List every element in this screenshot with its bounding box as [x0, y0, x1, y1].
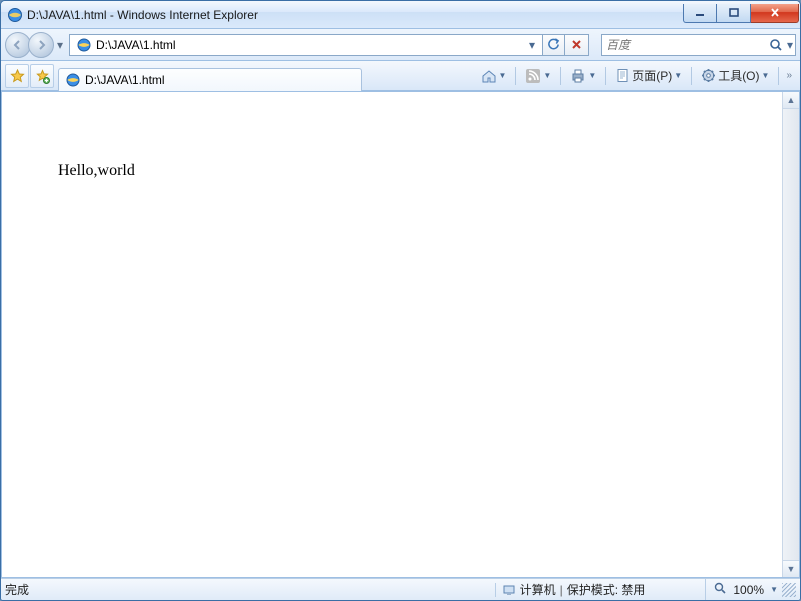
command-tools: ▼ ▼ ▼ 页面(P) ▼ 工具(O) ▼ — [477, 64, 797, 87]
favorites-button[interactable] — [5, 64, 29, 88]
search-box[interactable]: ▾ — [601, 34, 796, 56]
address-group: ▾ — [69, 34, 589, 56]
scroll-up-button[interactable]: ▲ — [783, 92, 799, 109]
scroll-down-button[interactable]: ▼ — [783, 560, 799, 577]
window-title: D:\JAVA\1.html - Windows Internet Explor… — [27, 8, 258, 22]
vertical-scrollbar[interactable]: ▲ ▼ — [782, 92, 799, 577]
maximize-button[interactable] — [717, 4, 751, 23]
tab-current[interactable]: D:\JAVA\1.html — [58, 68, 362, 92]
search-icon[interactable] — [767, 38, 785, 52]
search-input[interactable] — [602, 38, 767, 52]
tools-menu-button[interactable]: 工具(O) ▼ — [697, 65, 773, 87]
page-icon — [615, 68, 630, 83]
zoom-dropdown[interactable]: ▼ — [770, 585, 778, 594]
address-input[interactable] — [96, 38, 524, 52]
gear-icon — [701, 68, 716, 83]
scroll-track[interactable] — [783, 109, 799, 560]
zoom-control[interactable]: 100% ▼ — [705, 579, 778, 600]
address-dropdown[interactable]: ▾ — [524, 38, 540, 52]
browser-window: D:\JAVA\1.html - Windows Internet Explor… — [0, 0, 801, 601]
page-menu-button[interactable]: 页面(P) ▼ — [611, 65, 686, 87]
status-done: 完成 — [5, 581, 29, 598]
refresh-button[interactable] — [543, 34, 565, 56]
page-icon — [76, 37, 92, 53]
favorites-bar — [5, 64, 54, 87]
status-zone: 计算机 — [520, 581, 556, 598]
zone-icon — [502, 583, 516, 597]
add-favorite-button[interactable] — [30, 64, 54, 88]
tab-icon — [65, 72, 81, 88]
nav-bar: ▾ ▾ ▾ — [1, 29, 800, 61]
titlebar[interactable]: D:\JAVA\1.html - Windows Internet Explor… — [1, 1, 800, 29]
feeds-button[interactable]: ▼ — [521, 65, 555, 87]
tab-title: D:\JAVA\1.html — [85, 73, 165, 87]
toolbar-overflow[interactable]: » — [784, 70, 794, 81]
ie-icon — [7, 7, 23, 23]
status-bar: 完成 计算机 | 保护模式: 禁用 100% ▼ — [1, 578, 800, 600]
content-area: Hello,world ▲ ▼ — [1, 91, 800, 578]
stop-button[interactable] — [565, 34, 589, 56]
window-controls — [683, 5, 800, 24]
document-body[interactable]: Hello,world — [2, 92, 782, 577]
close-button[interactable] — [751, 4, 799, 23]
zoom-value: 100% — [733, 583, 764, 597]
zoom-icon — [714, 582, 727, 598]
rss-icon — [525, 68, 541, 84]
resize-grip[interactable] — [782, 583, 796, 597]
print-icon — [570, 68, 586, 84]
nav-history-dropdown[interactable]: ▾ — [54, 32, 66, 58]
address-box[interactable]: ▾ — [69, 34, 543, 56]
print-button[interactable]: ▼ — [566, 65, 600, 87]
command-bar: D:\JAVA\1.html ▼ ▼ ▼ 页面(P) ▼ — [1, 61, 800, 91]
forward-button[interactable] — [28, 32, 54, 58]
nav-buttons: ▾ — [5, 32, 66, 58]
minimize-button[interactable] — [683, 4, 717, 23]
status-protected-mode: 保护模式: 禁用 — [567, 581, 646, 598]
home-icon — [481, 68, 497, 84]
search-provider-dropdown[interactable]: ▾ — [785, 38, 795, 52]
home-button[interactable]: ▼ — [477, 65, 511, 87]
page-text: Hello,world — [58, 162, 135, 179]
